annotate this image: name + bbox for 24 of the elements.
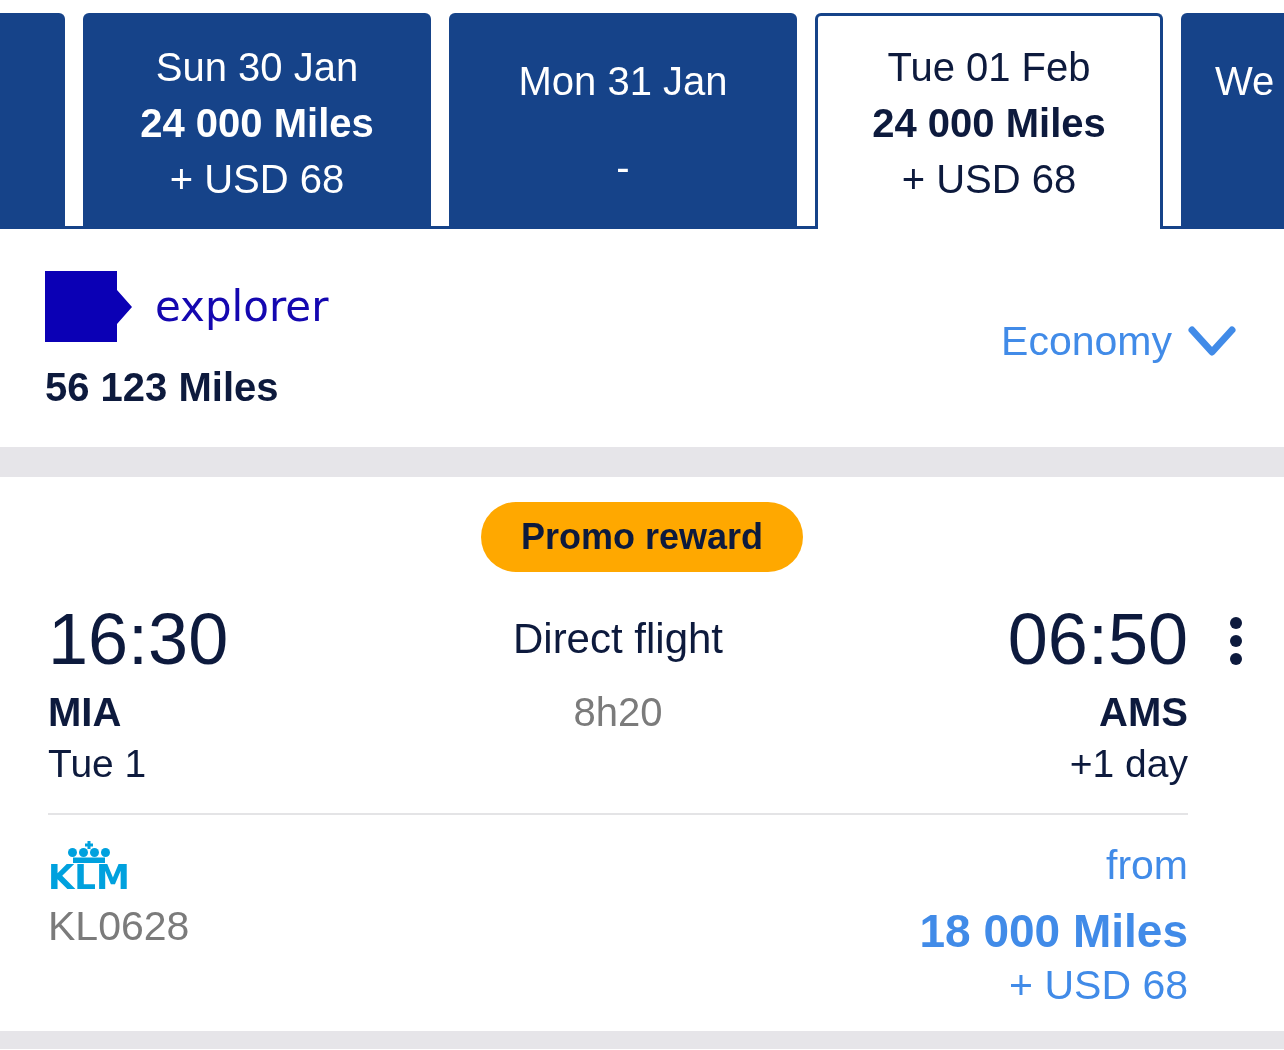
airline-logo-text: KLM: [48, 864, 130, 890]
crown-icon: [67, 841, 110, 863]
departure-airport: MIA: [48, 689, 122, 736]
chevron-down-icon: [1188, 326, 1236, 356]
departure-date: Tue 1: [48, 741, 147, 787]
price-miles: 18 000 Miles: [919, 904, 1188, 959]
miles-balance: 56 123 Miles: [45, 364, 279, 411]
departure-time: 16:30: [48, 599, 229, 679]
arrow-block-icon: [45, 271, 132, 342]
more-options-icon[interactable]: [1230, 617, 1242, 665]
arrival-time: 06:50: [1007, 599, 1188, 679]
date-tab[interactable]: Sun 30 Jan 24 000 Miles + USD 68: [83, 13, 431, 226]
flight-type: Direct flight: [512, 614, 724, 664]
arrival-day-offset: +1 day: [1069, 741, 1188, 787]
arrival-airport: AMS: [1099, 689, 1188, 736]
date-tab[interactable]: Mon 31 Jan -: [449, 13, 797, 226]
price-prefix: from: [1106, 841, 1188, 890]
price-surcharge: + USD 68: [1009, 963, 1188, 1007]
flight-number: KL0628: [48, 902, 190, 951]
program-logo-text: explorer: [155, 281, 329, 332]
flight-duration: 8h20: [573, 689, 663, 736]
promo-badge: Promo reward: [480, 502, 804, 572]
date-tab[interactable]: Tue 01 Feb 24 000 Miles + USD 68: [815, 13, 1163, 229]
date-tab[interactable]: We: [1181, 13, 1284, 226]
